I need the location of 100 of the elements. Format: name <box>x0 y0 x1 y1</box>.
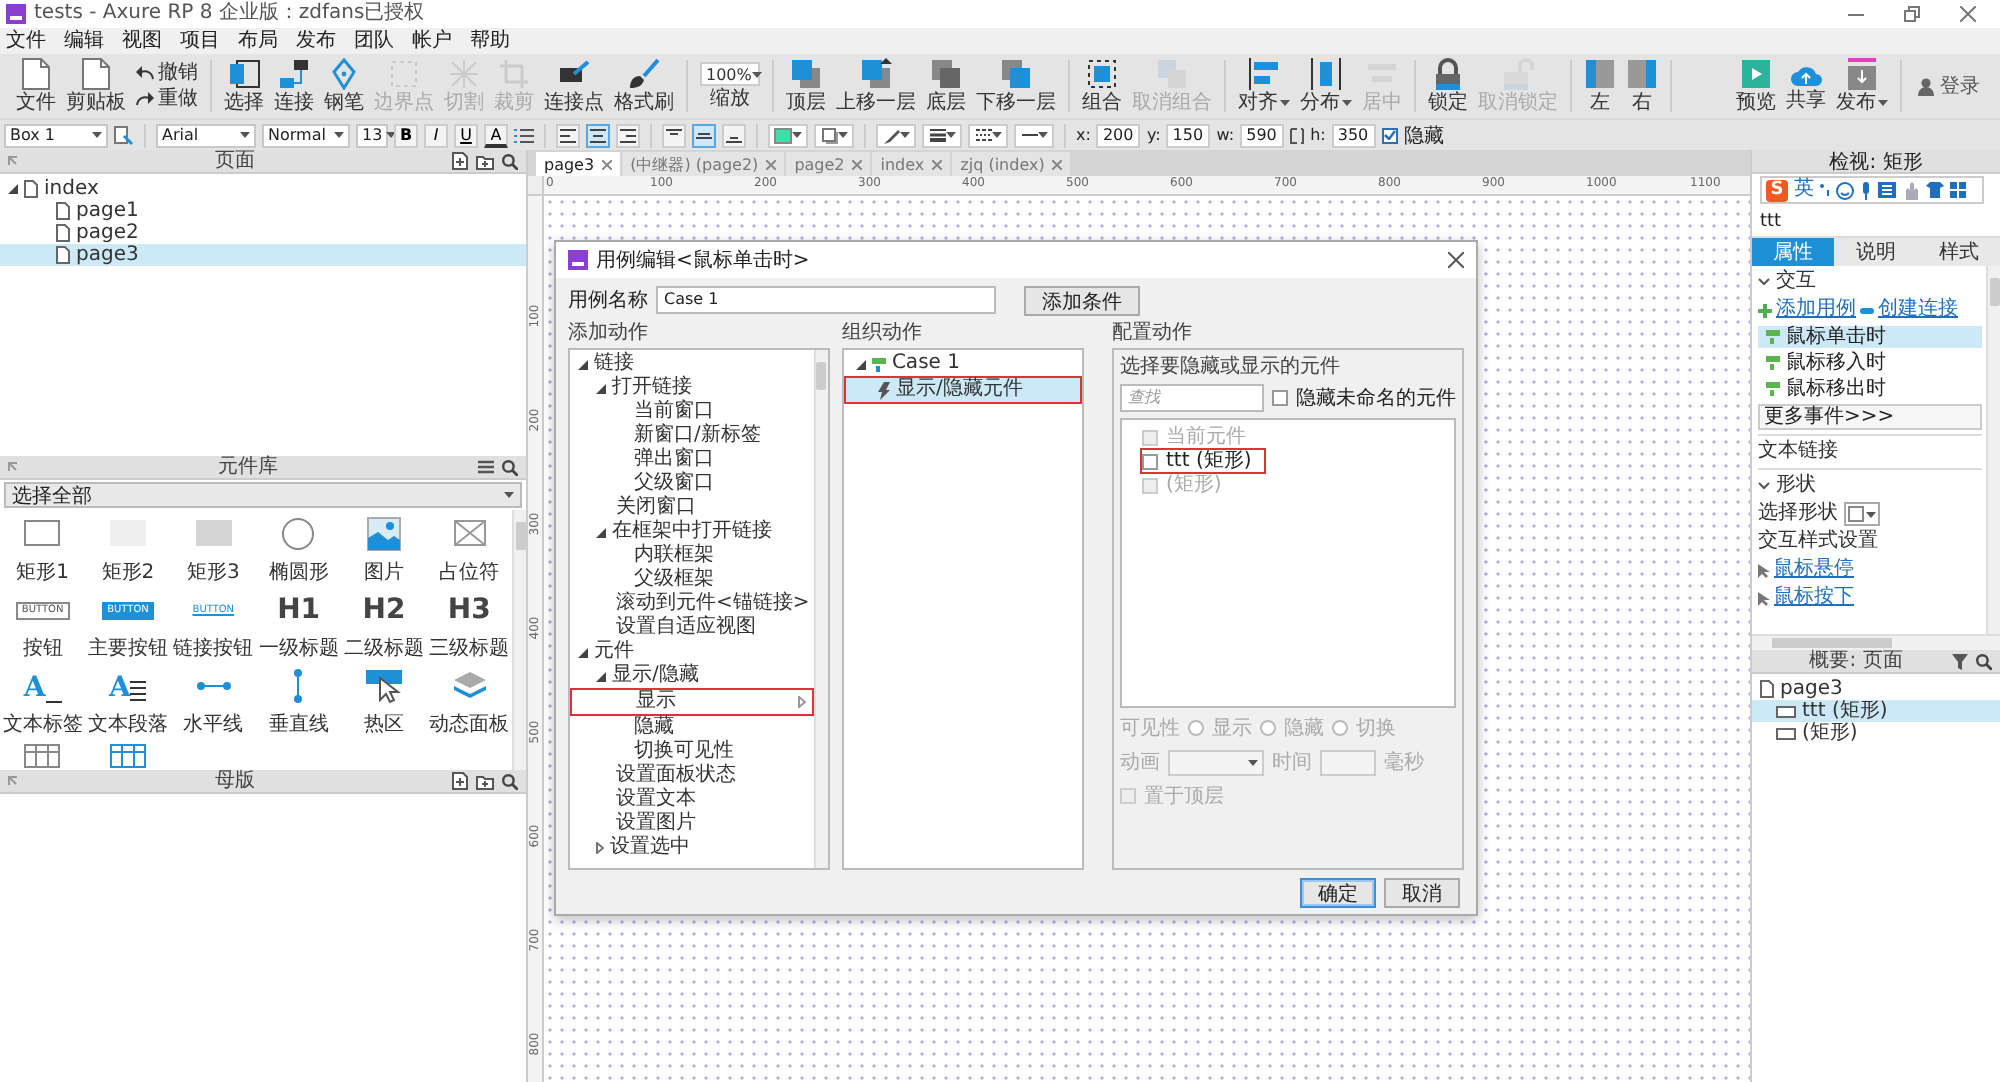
underline-button[interactable]: U <box>454 123 478 147</box>
toolbar-button[interactable]: 连接点 <box>544 58 604 114</box>
add-condition-button[interactable]: 添加条件 <box>1024 285 1140 315</box>
valign-button[interactable] <box>662 123 686 147</box>
action-item[interactable]: 设置自适应视图 <box>570 616 814 640</box>
page-tab[interactable]: (中继器) (page2) <box>622 152 785 176</box>
collapse-arrow-icon[interactable] <box>596 842 604 854</box>
search-icon[interactable] <box>502 153 518 169</box>
case-item[interactable]: 显示/隐藏元件 <box>843 376 1082 404</box>
toolbar-button[interactable]: 右 <box>1626 58 1658 114</box>
action-item[interactable]: 显示/隐藏 <box>570 664 814 688</box>
menu-item[interactable]: 发布 <box>296 28 336 54</box>
close-icon[interactable] <box>602 159 613 169</box>
scrollbar[interactable] <box>813 350 828 868</box>
action-item[interactable]: 内联框架 <box>570 544 814 568</box>
toolbar-button[interactable]: 预览 <box>1736 58 1776 114</box>
action-item[interactable]: 打开链接 <box>570 376 814 400</box>
action-item[interactable]: 滚动到元件<锚链接> <box>570 592 814 616</box>
input-mode-toggle[interactable]: 英 <box>1794 178 1814 202</box>
case-name-field[interactable]: Case 1 <box>656 286 996 314</box>
widget-item[interactable]: 动态面板 <box>426 668 512 744</box>
toolbar-button[interactable]: 共享 <box>1786 60 1826 112</box>
action-item[interactable]: 关闭窗口 <box>570 496 814 520</box>
widget-item[interactable]: 水平线 <box>170 668 256 744</box>
toolbar-button[interactable]: 分布 <box>1300 58 1352 114</box>
font-dropdown[interactable]: Arial <box>156 123 256 147</box>
bullet-list-icon[interactable] <box>514 127 534 143</box>
page-item[interactable]: page3 <box>0 244 526 266</box>
action-item[interactable]: 设置面板状态 <box>570 764 814 788</box>
toolbar-button[interactable]: 剪贴板 <box>66 58 126 114</box>
action-item[interactable]: 链接 <box>570 352 814 376</box>
expand-arrow-icon[interactable] <box>596 527 606 537</box>
microphone-icon[interactable] <box>1860 181 1872 199</box>
style-link[interactable]: 鼠标按下 <box>1774 586 1854 610</box>
collapse-handle-icon[interactable] <box>8 156 18 166</box>
library-dropdown[interactable]: 选择全部 <box>4 482 522 508</box>
collapse-handle-icon[interactable] <box>8 462 18 472</box>
event-item[interactable]: 鼠标移出时 <box>1758 378 1982 400</box>
widget-item[interactable]: H1 一级标题 <box>256 592 342 668</box>
toolbar-button[interactable]: 左 <box>1584 58 1616 114</box>
menu-item[interactable]: 编辑 <box>64 28 104 54</box>
fill-color-picker[interactable] <box>768 123 808 147</box>
toolbar-button[interactable]: 组合 <box>1082 58 1122 114</box>
toolbar-button[interactable]: 对齐 <box>1238 58 1290 114</box>
action-item[interactable]: 父级框架 <box>570 568 814 592</box>
page-item[interactable]: index <box>0 178 526 200</box>
search-icon[interactable] <box>502 459 518 475</box>
action-item[interactable]: 设置文本 <box>570 788 814 812</box>
chevron-down-icon[interactable] <box>1758 278 1770 286</box>
bold-button[interactable]: B <box>394 123 418 147</box>
menu-item[interactable]: 团队 <box>354 28 394 54</box>
action-item[interactable]: 切换可见性 <box>570 740 814 764</box>
toolbar-button[interactable]: 文件 <box>16 58 56 114</box>
valign-button[interactable] <box>692 123 716 147</box>
style-link[interactable]: 鼠标悬停 <box>1774 558 1854 582</box>
cancel-button[interactable]: 取消 <box>1384 877 1460 907</box>
event-item[interactable]: 鼠标移入时 <box>1758 352 1982 374</box>
font-size-dropdown[interactable]: 13 <box>356 123 388 147</box>
widget-item[interactable]: 占位符 <box>426 516 512 592</box>
menu-item[interactable]: 视图 <box>122 28 162 54</box>
toolbar-button[interactable]: 底层 <box>926 58 966 114</box>
toolbar-button[interactable]: 格式刷 <box>614 58 674 114</box>
font-style-dropdown[interactable]: Normal <box>262 123 350 147</box>
expand-arrow-icon[interactable] <box>596 671 606 681</box>
inspector-tab[interactable]: 说明 <box>1834 238 1918 266</box>
shape-picker[interactable] <box>1844 502 1880 526</box>
scrollbar[interactable] <box>512 510 526 770</box>
collapse-handle-icon[interactable] <box>8 776 18 786</box>
expand-arrow-icon[interactable] <box>578 647 588 657</box>
widget-item[interactable]: 热区 <box>341 668 427 744</box>
align-button[interactable] <box>616 123 640 147</box>
grid-icon[interactable] <box>1950 182 1966 198</box>
menu-item[interactable]: 项目 <box>180 28 220 54</box>
widget-item[interactable]: 椭圆形 <box>256 516 342 592</box>
action-item[interactable]: 设置选中 <box>570 836 814 860</box>
smiley-icon[interactable] <box>1836 181 1854 199</box>
action-item[interactable]: 当前窗口 <box>570 400 814 424</box>
link-ratio-icon[interactable] <box>1290 127 1305 143</box>
height-field[interactable]: 350 <box>1331 123 1376 147</box>
close-icon[interactable] <box>1960 6 1976 22</box>
action-item[interactable]: 弹出窗口 <box>570 448 814 472</box>
menu-item[interactable]: 帐户 <box>412 28 452 54</box>
font-color-button[interactable]: A <box>484 123 508 147</box>
expand-arrow-icon[interactable] <box>596 383 606 393</box>
action-item[interactable]: 显示 <box>570 688 814 716</box>
expand-arrow-icon[interactable] <box>855 359 866 369</box>
add-folder-icon[interactable] <box>476 153 494 169</box>
close-icon[interactable] <box>1448 252 1464 268</box>
expand-arrow-icon[interactable] <box>578 359 588 369</box>
action-item[interactable]: 父级窗口 <box>570 472 814 496</box>
valign-button[interactable] <box>722 123 746 147</box>
toolbar-button[interactable]: 顶层 <box>786 58 826 114</box>
add-folder-icon[interactable] <box>476 773 494 789</box>
width-field[interactable]: 590 <box>1240 123 1285 147</box>
page-tab[interactable]: index <box>872 152 951 176</box>
action-item[interactable]: 在框架中打开链接 <box>570 520 814 544</box>
page-tab[interactable]: zjq (index) <box>952 152 1071 176</box>
page-tab[interactable]: page2 <box>786 152 871 176</box>
line-style-picker[interactable] <box>968 123 1008 147</box>
add-page-icon[interactable] <box>452 152 468 170</box>
